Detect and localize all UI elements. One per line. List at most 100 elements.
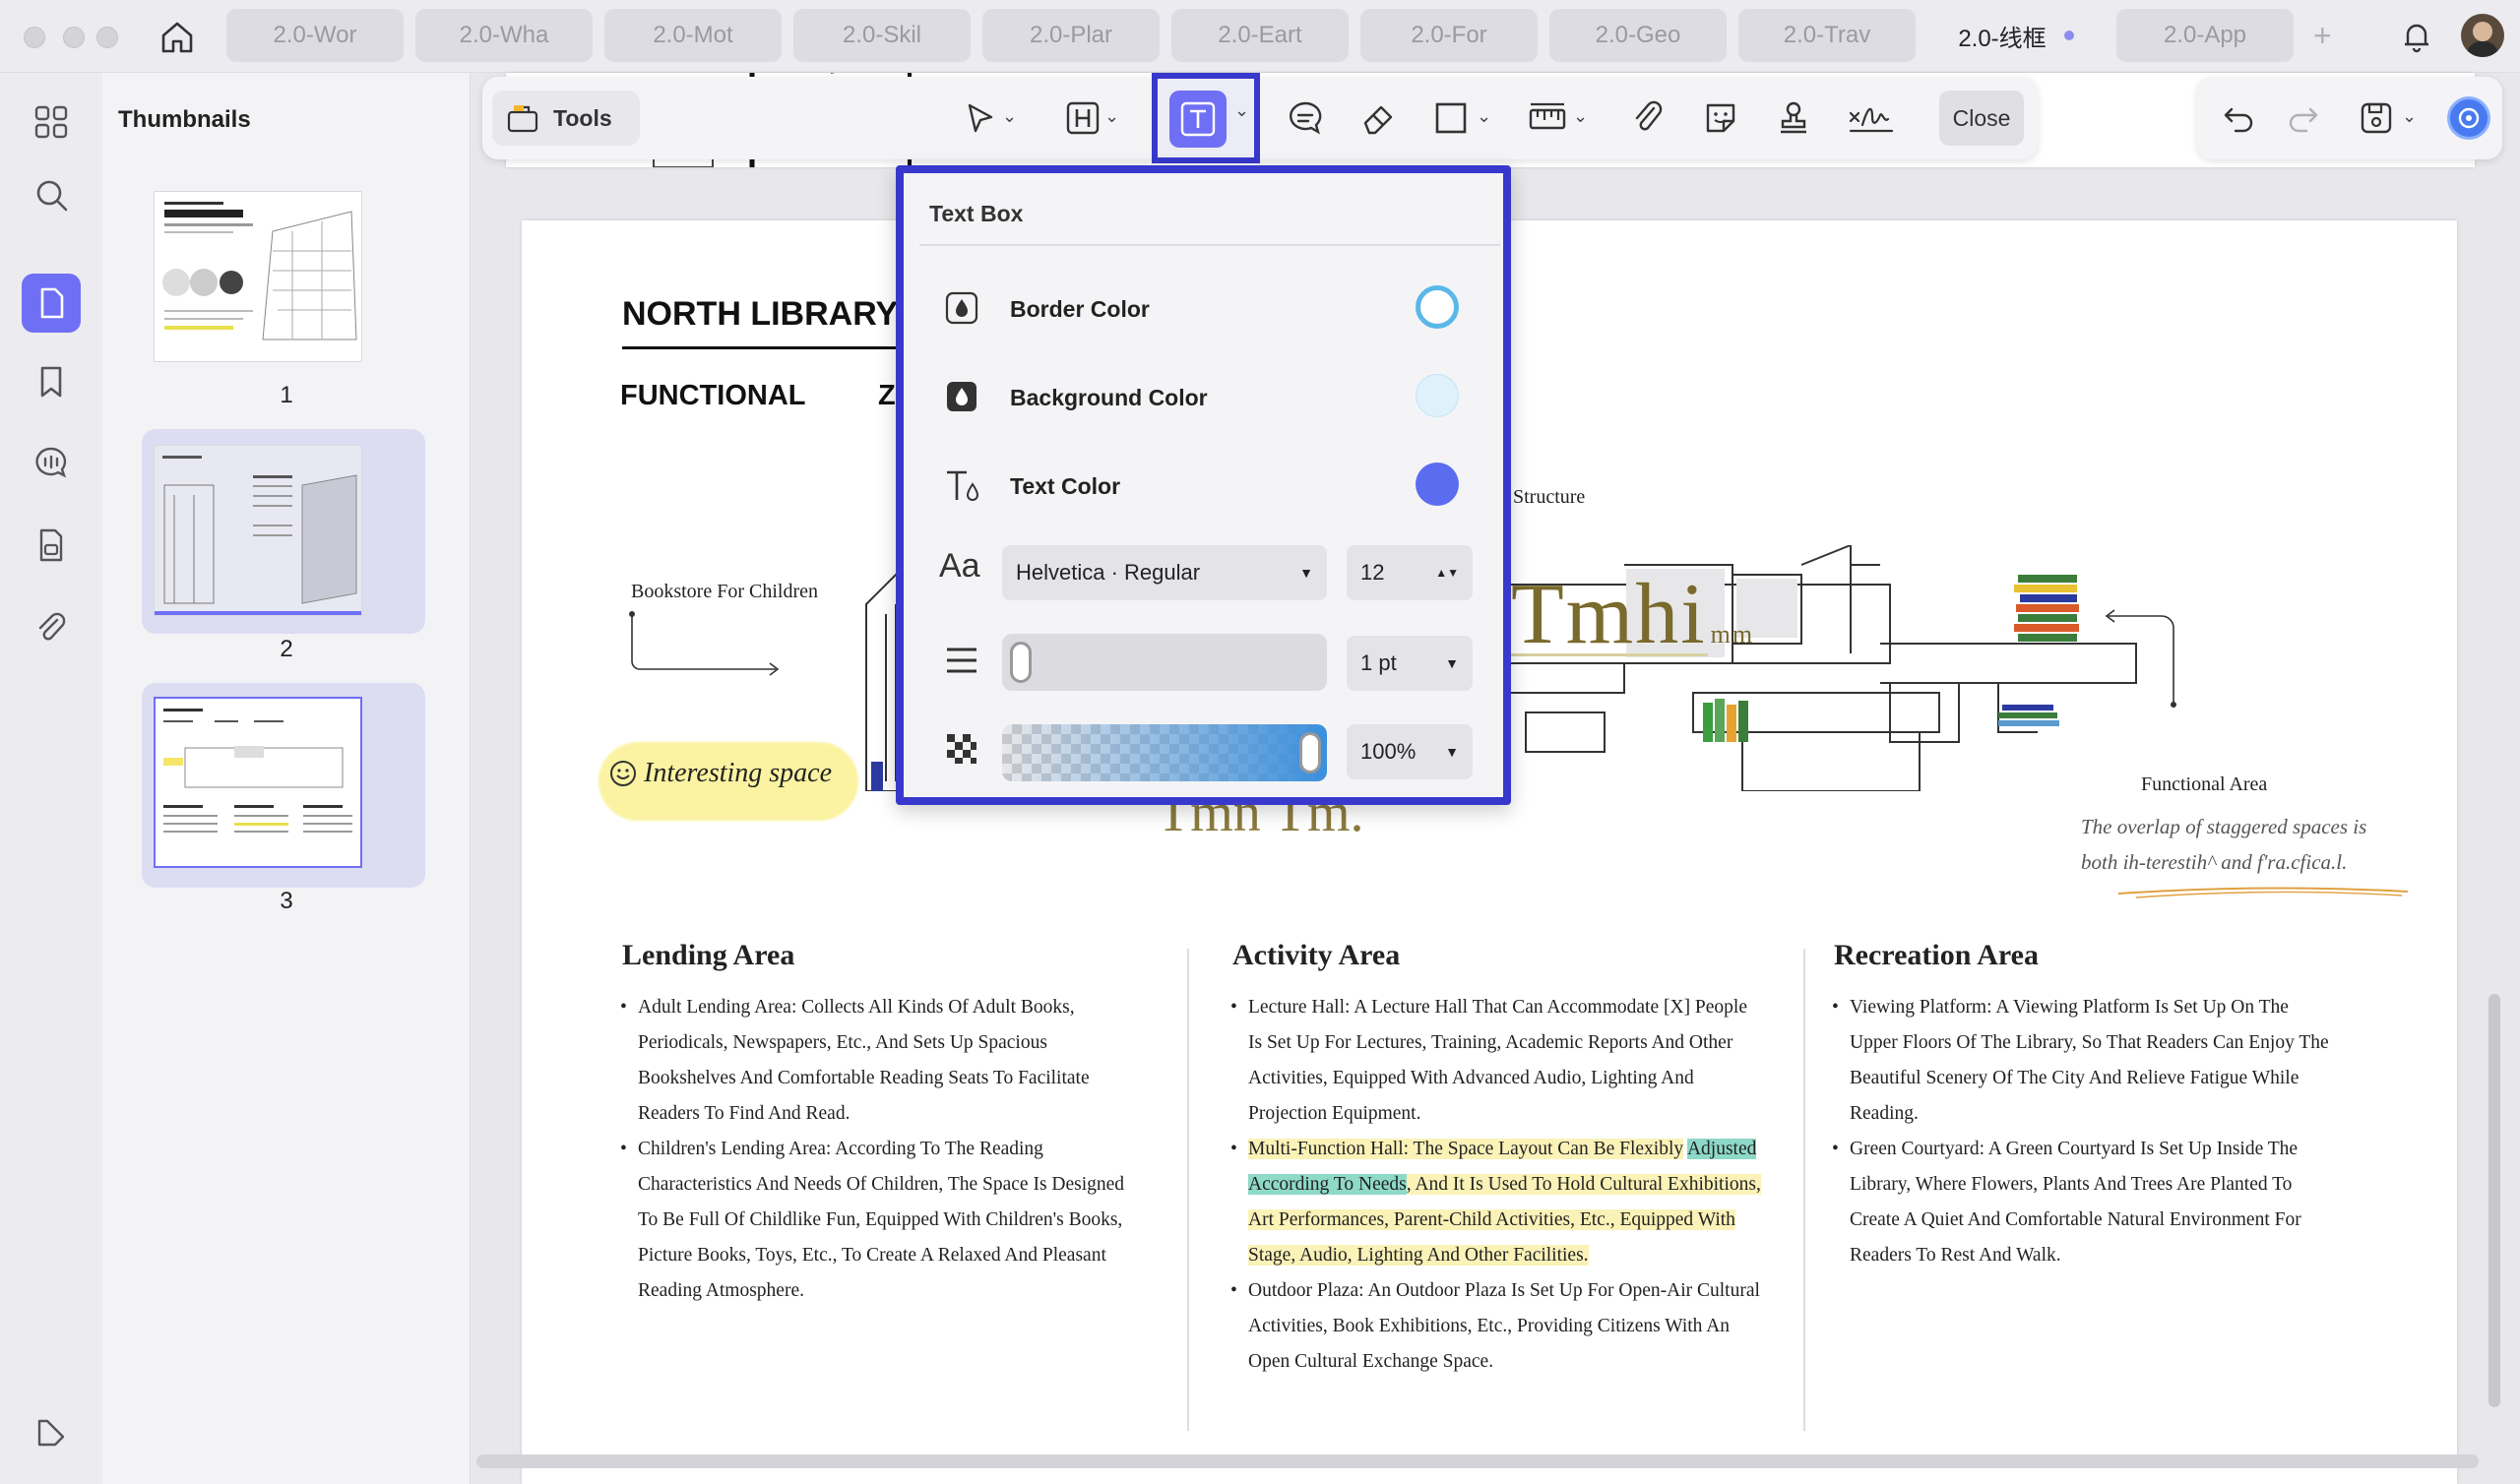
- bell-icon[interactable]: [2398, 18, 2435, 55]
- list-item: Green Courtyard: A Green Courtyard Is Se…: [1832, 1132, 2336, 1273]
- thumbnail-page-1[interactable]: [154, 191, 362, 362]
- background-color-swatch[interactable]: [1416, 374, 1459, 417]
- annotation-toolbar: Tools ⌄ ⌄ ⌄ ⌄ ⌄ Close: [482, 73, 2038, 163]
- tab[interactable]: 2.0-Wha: [415, 9, 593, 62]
- stamp-text[interactable]: Tmhi mm: [1511, 565, 1754, 664]
- signature-icon[interactable]: [1847, 98, 1896, 138]
- tools-button[interactable]: Tools: [492, 91, 640, 146]
- opacity-slider[interactable]: [1002, 724, 1327, 781]
- thumbnail-number: 2: [280, 636, 293, 662]
- tab[interactable]: 2.0-Eart: [1171, 9, 1349, 62]
- tab[interactable]: 2.0-Mot: [604, 9, 782, 62]
- search-icon[interactable]: [28, 171, 75, 218]
- home-icon[interactable]: [158, 18, 197, 57]
- yellow-highlight[interactable]: Multi-Function Hall: The Space Layout Ca…: [1248, 1139, 1684, 1159]
- stamp-icon[interactable]: [1774, 98, 1813, 138]
- functional-area-label: Functional Area: [2141, 773, 2268, 795]
- page-thumbnails-icon[interactable]: [22, 274, 81, 333]
- interesting-space-note[interactable]: Interesting space: [608, 758, 832, 789]
- left-rail: [0, 73, 102, 1484]
- opacity-select[interactable]: 100% ▼: [1347, 724, 1473, 779]
- handwritten-note-line2[interactable]: both ih-terestih^ and f'ra.cfica.l.: [2081, 850, 2347, 875]
- title-bar: 2.0-Wor 2.0-Wha 2.0-Mot 2.0-Skil 2.0-Pla…: [0, 0, 2520, 73]
- slider-thumb[interactable]: [1299, 732, 1321, 773]
- title-underline: [622, 346, 898, 349]
- redo-icon[interactable]: [2284, 98, 2323, 138]
- rectangle-tool-icon[interactable]: [1431, 98, 1471, 138]
- window-minimize-button[interactable]: [63, 27, 85, 48]
- border-color-label: Border Color: [1010, 296, 1150, 322]
- bookstore-label: Bookstore For Children: [631, 581, 818, 602]
- vertical-scrollbar[interactable]: [2488, 994, 2500, 1407]
- ai-assistant-icon[interactable]: [2447, 96, 2490, 140]
- highlight-tool-icon[interactable]: [1063, 98, 1102, 138]
- list-item: Adult Lending Area: Collects All Kinds O…: [620, 990, 1134, 1132]
- stroke-width-slider[interactable]: [1002, 634, 1327, 691]
- window-close-button[interactable]: [24, 27, 45, 48]
- chevron-down-icon[interactable]: ⌄: [1234, 100, 1249, 121]
- interesting-space-text: Interesting space: [644, 758, 833, 788]
- thumbnail-page-3[interactable]: [154, 697, 362, 868]
- window-zoom-button[interactable]: [96, 27, 118, 48]
- comment-icon[interactable]: [28, 439, 75, 486]
- horizontal-scrollbar[interactable]: [476, 1454, 2479, 1468]
- tab[interactable]: 2.0-App: [2116, 9, 2294, 62]
- slider-thumb[interactable]: [1010, 642, 1032, 683]
- text-color-icon: [943, 466, 982, 511]
- text-box-tool-selected[interactable]: ⌄: [1152, 73, 1260, 163]
- chevron-down-icon[interactable]: ⌄: [1104, 106, 1119, 127]
- thumbnail-page-2[interactable]: [154, 445, 362, 616]
- chevron-down-icon[interactable]: ⌄: [1002, 106, 1017, 127]
- undo-icon[interactable]: [2219, 98, 2258, 138]
- font-icon: Aa: [939, 547, 980, 585]
- attachment-icon[interactable]: [28, 604, 75, 651]
- handwritten-note-line1[interactable]: The overlap of staggered spaces is: [2081, 815, 2366, 839]
- page-title: NORTH LIBRARY: [622, 295, 899, 333]
- stroke-width-select[interactable]: 1 pt ▼: [1347, 636, 1473, 691]
- comment-tool-icon[interactable]: [1286, 98, 1325, 138]
- drop-outline-icon: [945, 291, 978, 330]
- tab[interactable]: 2.0-Geo: [1549, 9, 1727, 62]
- select-tool-icon[interactable]: [961, 98, 1000, 138]
- tab[interactable]: 2.0-Trav: [1738, 9, 1916, 62]
- section-heading: FUNCTIONAL: [620, 380, 806, 411]
- recreation-area-list: Viewing Platform: A Viewing Platform Is …: [1832, 990, 2336, 1273]
- eraser-icon[interactable]: [1358, 98, 1398, 138]
- font-size-stepper[interactable]: 12 ▲▼: [1347, 545, 1473, 600]
- unsaved-dot-icon: [2063, 31, 2074, 40]
- new-tab-icon[interactable]: +: [2313, 18, 2332, 54]
- chevron-down-icon[interactable]: ⌄: [1573, 106, 1588, 127]
- text-color-label: Text Color: [1010, 473, 1121, 499]
- apps-grid-icon[interactable]: [28, 98, 75, 146]
- opacity-icon: [945, 732, 978, 771]
- thumbnail-number: 1: [280, 382, 293, 408]
- border-color-swatch[interactable]: [1416, 285, 1459, 329]
- attach-file-icon[interactable]: [1628, 98, 1668, 138]
- toolbox-icon: [507, 105, 538, 133]
- theme-icon[interactable]: [28, 1409, 75, 1456]
- lending-area-heading: Lending Area: [622, 939, 795, 971]
- tab[interactable]: 2.0-Plar: [982, 9, 1160, 62]
- line-weight-icon: [945, 644, 978, 682]
- close-toolbar-button[interactable]: Close: [1939, 91, 2024, 146]
- section-heading-partial: Z: [878, 380, 896, 411]
- chevron-down-icon[interactable]: ⌄: [1477, 106, 1491, 127]
- tab-active[interactable]: 2.0-线框: [1927, 9, 2105, 62]
- tab[interactable]: 2.0-Skil: [793, 9, 971, 62]
- save-icon[interactable]: [2357, 98, 2396, 138]
- chevron-down-icon[interactable]: ⌄: [2402, 106, 2417, 127]
- handwritten-underline: [2117, 887, 2409, 898]
- tab[interactable]: 2.0-For: [1360, 9, 1538, 62]
- tab[interactable]: 2.0-Wor: [226, 9, 404, 62]
- list-item: Lecture Hall: A Lecture Hall That Can Ac…: [1230, 990, 1764, 1132]
- font-family-select[interactable]: Helvetica · Regular ▼: [1002, 545, 1327, 600]
- avatar[interactable]: [2461, 14, 2504, 57]
- bookmark-icon[interactable]: [28, 358, 75, 405]
- divider: [919, 244, 1500, 246]
- lending-area-list: Adult Lending Area: Collects All Kinds O…: [620, 990, 1134, 1309]
- form-icon[interactable]: [28, 522, 75, 569]
- measure-tool-icon[interactable]: [1528, 98, 1567, 138]
- text-color-swatch[interactable]: [1416, 463, 1459, 506]
- sticker-icon[interactable]: [1701, 98, 1740, 138]
- list-item: Outdoor Plaza: An Outdoor Plaza Is Set U…: [1230, 1273, 1764, 1380]
